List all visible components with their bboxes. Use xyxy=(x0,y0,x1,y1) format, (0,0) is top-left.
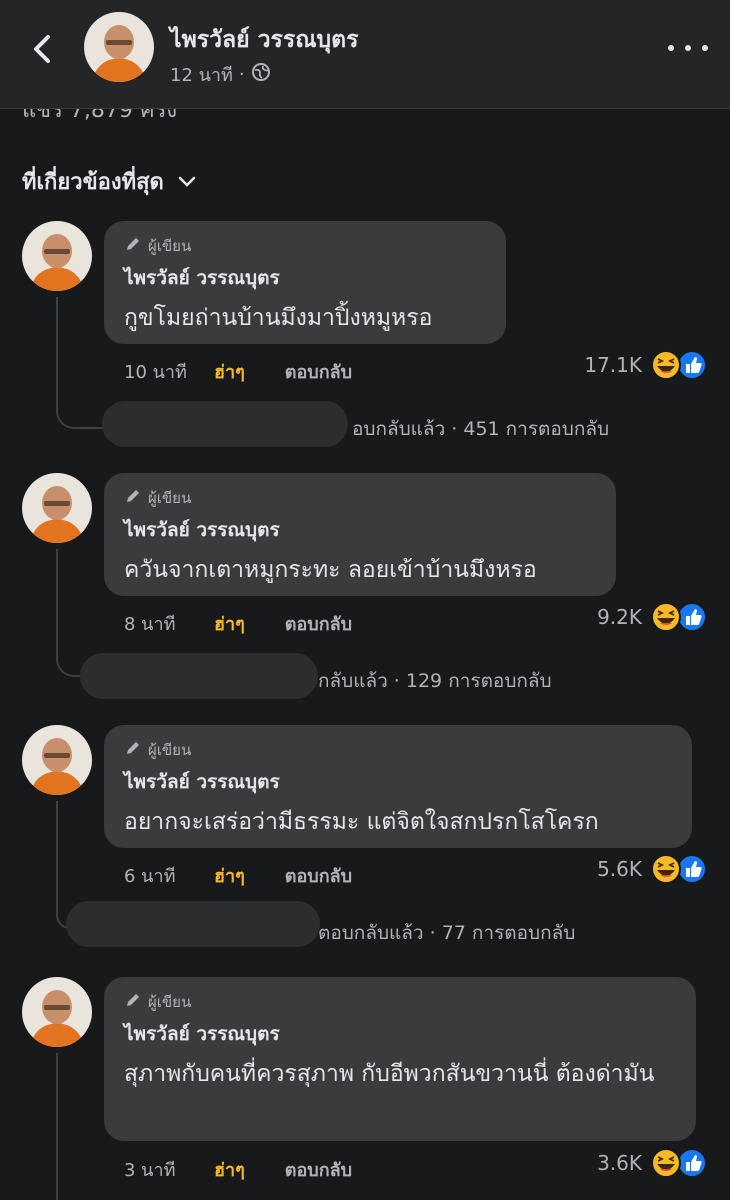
meta-separator: · xyxy=(238,64,245,85)
like-reaction-icon xyxy=(677,602,707,632)
pencil-icon xyxy=(124,487,142,509)
comment-bubble[interactable]: ผู้เขียน ไพรวัลย์ วรรณบุตร กูขโมยถ่านบ้า… xyxy=(104,221,506,344)
comment-avatar[interactable] xyxy=(22,473,92,543)
comment-bubble[interactable]: ผู้เขียน ไพรวัลย์ วรรณบุตร อยากจะเสร่อว่… xyxy=(104,725,692,848)
reply-button[interactable]: ตอบกลับ xyxy=(285,609,352,638)
post-header: ไพรวัลย์ วรรณบุตร 12 นาที · xyxy=(0,0,730,109)
post-time: 12 นาที xyxy=(170,65,233,86)
reaction-summary[interactable]: 3.6K xyxy=(597,1147,708,1179)
like-reaction-icon xyxy=(677,1148,707,1178)
sort-selector[interactable]: ที่เกี่ยวข้องที่สุด xyxy=(22,164,196,199)
sort-label: ที่เกี่ยวข้องที่สุด xyxy=(22,170,164,195)
header-avatar[interactable] xyxy=(84,12,154,82)
comment-avatar[interactable] xyxy=(22,725,92,795)
author-badge: ผู้เขียน xyxy=(124,487,594,509)
more-options-icon[interactable] xyxy=(668,36,708,60)
pencil-icon xyxy=(124,739,142,761)
comment-avatar[interactable] xyxy=(22,221,92,291)
reply-button[interactable]: ตอบกลับ xyxy=(285,861,352,890)
like-reaction-icon xyxy=(677,350,707,380)
author-badge: ผู้เขียน xyxy=(124,739,670,761)
comment-author[interactable]: ไพรวัลย์ วรรณบุตร xyxy=(124,767,670,797)
reply-thread-line xyxy=(56,801,70,929)
comment-actions: 8 นาที ฮ่าๆ ตอบกลับ xyxy=(124,609,352,638)
comment-author[interactable]: ไพรวัลย์ วรรณบุตร xyxy=(124,263,484,293)
reply-button[interactable]: ตอบกลับ xyxy=(285,357,352,386)
reaction-count: 9.2K xyxy=(597,605,642,629)
globe-icon xyxy=(251,62,271,87)
comment-text: สุภาพกับคนที่ควรสุภาพ กับอีพวกสันขวานนี่… xyxy=(124,1061,655,1087)
reaction-summary[interactable]: 5.6K xyxy=(597,853,708,885)
haha-button[interactable]: ฮ่าๆ xyxy=(214,861,245,890)
haha-reaction-icon xyxy=(651,350,681,380)
comment-actions: 6 นาที ฮ่าๆ ตอบกลับ xyxy=(124,861,352,890)
author-badge: ผู้เขียน xyxy=(124,991,674,1013)
haha-button[interactable]: ฮ่าๆ xyxy=(214,357,245,386)
view-replies-link[interactable]: ตอบกลับแล้ว · 77 การตอบกลับ xyxy=(318,918,575,948)
comment-time: 6 นาที xyxy=(124,866,176,887)
reaction-summary[interactable]: 17.1K xyxy=(584,349,708,381)
author-badge-label: ผู้เขียน xyxy=(148,741,192,759)
haha-reaction-icon xyxy=(651,854,681,884)
pencil-icon xyxy=(124,991,142,1013)
haha-button[interactable]: ฮ่าๆ xyxy=(214,609,245,638)
back-arrow-icon[interactable] xyxy=(22,26,62,72)
haha-reaction-icon xyxy=(651,1148,681,1178)
comment-text: กูขโมยถ่านบ้านมึงมาปิ้งหมูหรอ xyxy=(124,305,433,331)
redacted-replier xyxy=(102,401,348,447)
pencil-icon xyxy=(124,235,142,257)
comment-bubble[interactable]: ผู้เขียน ไพรวัลย์ วรรณบุตร ควันจากเตาหมู… xyxy=(104,473,616,596)
comment-text: ควันจากเตาหมูกระทะ ลอยเข้าบ้านมึงหรอ xyxy=(124,557,537,583)
author-badge-label: ผู้เขียน xyxy=(148,489,192,507)
view-replies-link[interactable]: อบกลับแล้ว · 451 การตอบกลับ xyxy=(352,414,609,444)
reaction-count: 17.1K xyxy=(584,353,642,377)
comment-time: 8 นาที xyxy=(124,614,176,635)
reply-thread-line xyxy=(56,549,82,677)
haha-reaction-icon xyxy=(651,602,681,632)
header-meta: 12 นาที · xyxy=(170,60,271,89)
comment-avatar[interactable] xyxy=(22,977,92,1047)
reaction-summary[interactable]: 9.2K xyxy=(597,601,708,633)
reaction-count: 3.6K xyxy=(597,1151,642,1175)
comment-bubble[interactable]: ผู้เขียน ไพรวัลย์ วรรณบุตร สุภาพกับคนที่… xyxy=(104,977,696,1141)
comment-actions: 10 นาที ฮ่าๆ ตอบกลับ xyxy=(124,357,352,386)
chevron-down-icon xyxy=(178,169,196,194)
haha-button[interactable]: ฮ่าๆ xyxy=(214,1155,245,1184)
reply-button[interactable]: ตอบกลับ xyxy=(285,1155,352,1184)
like-reaction-icon xyxy=(677,854,707,884)
comment-author[interactable]: ไพรวัลย์ วรรณบุตร xyxy=(124,515,594,545)
comment-time: 10 นาที xyxy=(124,362,187,383)
header-name[interactable]: ไพรวัลย์ วรรณบุตร xyxy=(170,22,358,58)
author-badge: ผู้เขียน xyxy=(124,235,484,257)
author-badge-label: ผู้เขียน xyxy=(148,237,192,255)
redacted-replier xyxy=(66,901,320,947)
reply-thread-line xyxy=(56,1053,58,1200)
reaction-count: 5.6K xyxy=(597,857,642,881)
author-badge-label: ผู้เขียน xyxy=(148,993,192,1011)
reply-thread-line xyxy=(56,297,104,429)
comment-actions: 3 นาที ฮ่าๆ ตอบกลับ xyxy=(124,1155,352,1184)
comment-text: อยากจะเสร่อว่ามีธรรมะ แต่จิตใจสกปรกโสโคร… xyxy=(124,809,599,835)
view-replies-link[interactable]: กลับแล้ว · 129 การตอบกลับ xyxy=(318,666,552,696)
comment-author[interactable]: ไพรวัลย์ วรรณบุตร xyxy=(124,1019,674,1049)
comment-time: 3 นาที xyxy=(124,1160,176,1181)
redacted-replier xyxy=(80,653,318,699)
